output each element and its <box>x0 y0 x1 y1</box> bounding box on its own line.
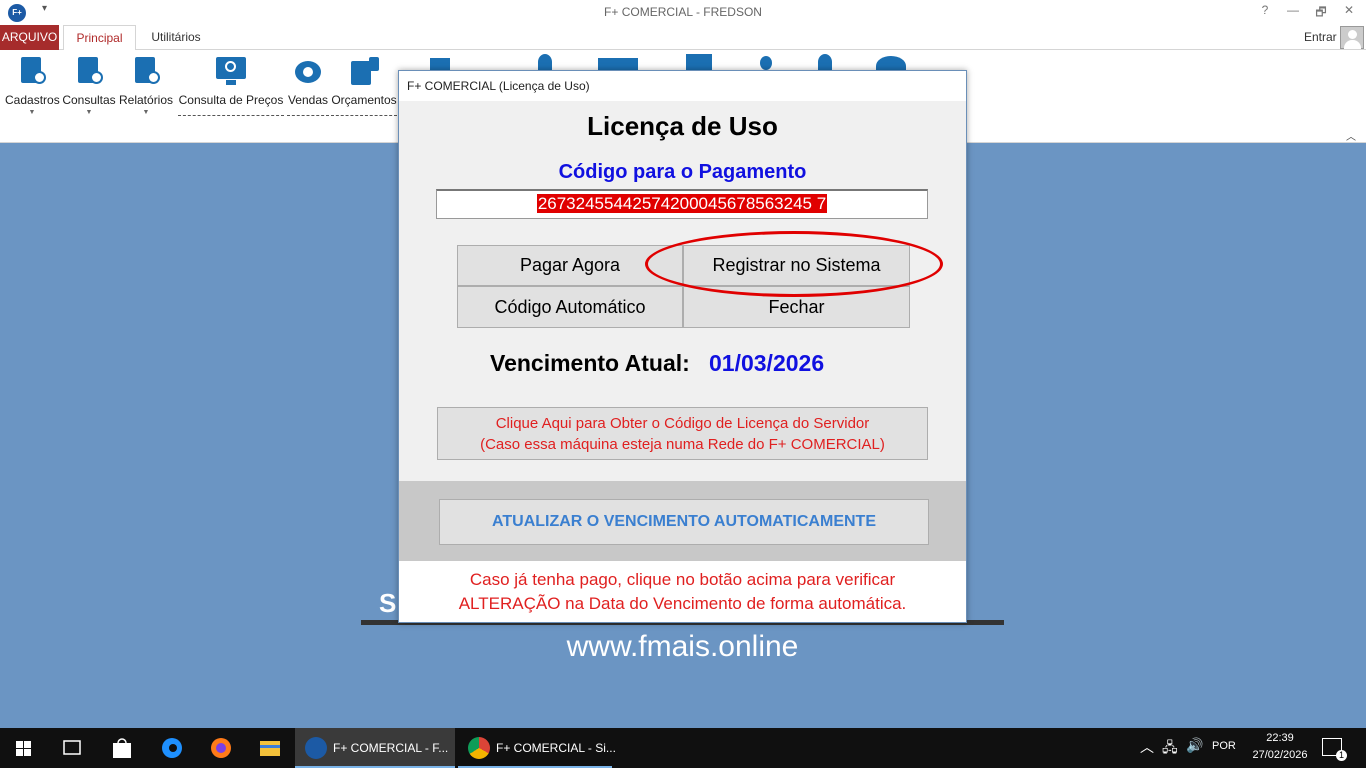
volume-icon[interactable]: 🔊 <box>1186 737 1203 754</box>
cadastros-icon <box>17 55 47 87</box>
entrar-link[interactable]: Entrar <box>1304 30 1337 44</box>
servidor-line-1: Clique Aqui para Obter o Código de Licen… <box>495 415 870 432</box>
file-explorer-icon[interactable] <box>246 728 294 768</box>
registrar-sistema-button[interactable]: Registrar no Sistema <box>683 245 910 286</box>
restore-button[interactable]: 🗗 <box>1306 3 1336 24</box>
task-view-icon[interactable] <box>48 728 96 768</box>
user-avatar-icon[interactable] <box>1340 26 1364 49</box>
taskbar-item-fcomercial[interactable]: F+ COMERCIAL - F... <box>295 728 455 768</box>
chevron-down-icon: ▼ <box>28 109 36 116</box>
obter-codigo-servidor-button[interactable]: Clique Aqui para Obter o Código de Licen… <box>437 407 928 460</box>
network-icon[interactable]: 🖧 <box>1162 737 1178 761</box>
calculator-icon <box>349 55 379 87</box>
notification-count-badge: 1 <box>1336 750 1347 761</box>
monitor-search-icon <box>216 55 246 87</box>
tab-principal[interactable]: Principal <box>63 25 136 51</box>
ribbon-icon-partial[interactable] <box>538 54 552 70</box>
chevron-up-icon[interactable]: ︿ <box>1346 128 1356 143</box>
show-hidden-icons-icon[interactable]: ︿ <box>1140 737 1154 757</box>
chrome-icon <box>468 737 490 759</box>
fcomercial-app-icon <box>305 737 327 759</box>
atualizar-vencimento-button[interactable]: ATUALIZAR O VENCIMENTO AUTOMATICAMENTE <box>439 499 929 545</box>
payment-code-value: 26732455442574200045678563245 7 <box>536 194 828 213</box>
store-icon[interactable] <box>98 728 146 768</box>
update-section: ATUALIZAR O VENCIMENTO AUTOMATICAMENTE <box>399 481 966 561</box>
dialog-heading: Licença de Uso <box>587 111 778 141</box>
ribbon-icon-partial[interactable] <box>818 54 832 70</box>
ribbon-icon-partial[interactable] <box>430 58 450 70</box>
clock-time[interactable]: 22:39 <box>1255 732 1305 744</box>
taskbar-item-chrome[interactable]: F+ COMERCIAL - Si... <box>458 728 616 768</box>
window-title: F+ COMERCIAL - FREDSON <box>604 5 762 19</box>
consultas-button[interactable]: Consultas ▼ <box>62 55 116 116</box>
vencimento-label: Vencimento Atual: <box>490 350 690 376</box>
chevron-down-icon: ▼ <box>85 109 93 116</box>
fechar-button[interactable]: Fechar <box>683 286 910 328</box>
vendas-button[interactable]: Vendas <box>287 55 329 116</box>
background-url: www.fmais.online <box>566 630 799 663</box>
ribbon-tab-row: ARQUIVO Principal Utilitários Entrar <box>0 25 1366 51</box>
dialog-title: F+ COMERCIAL (Licença de Uso) <box>399 71 966 101</box>
edge-icon[interactable] <box>148 728 196 768</box>
dialog-footer-note: Caso já tenha pago, clique no botão acim… <box>399 561 966 622</box>
ribbon-icon-partial[interactable] <box>598 58 638 70</box>
codigo-automatico-button[interactable]: Código Automático <box>457 286 683 328</box>
ribbon-icon-partial[interactable] <box>760 56 772 70</box>
license-dialog: F+ COMERCIAL (Licença de Uso) Licença de… <box>398 70 967 623</box>
footer-line-2: ALTERAÇÃO na Data do Vencimento de forma… <box>458 594 907 613</box>
relatorios-icon <box>131 55 161 87</box>
tab-utilitarios[interactable]: Utilitários <box>140 25 212 50</box>
notifications-icon[interactable]: 1 <box>1322 738 1347 761</box>
taskbar: F+ COMERCIAL - F... F+ COMERCIAL - Si...… <box>0 728 1366 768</box>
footer-line-1: Caso já tenha pago, clique no botão acim… <box>469 570 896 589</box>
consulta-precos-button[interactable]: Consulta de Preços <box>178 55 284 116</box>
tab-arquivo[interactable]: ARQUIVO <box>0 25 59 50</box>
chevron-down-icon: ▼ <box>142 109 150 116</box>
minimize-button[interactable]: — <box>1278 3 1308 17</box>
consultas-icon <box>74 55 104 87</box>
close-button[interactable]: ✕ <box>1334 3 1364 17</box>
payment-code-caption: Código para o Pagamento <box>558 161 807 183</box>
help-button[interactable]: ? <box>1250 3 1280 17</box>
clock-date[interactable]: 27/02/2026 <box>1250 749 1310 761</box>
windows-start-icon[interactable] <box>0 728 48 768</box>
relatorios-button[interactable]: Relatórios ▼ <box>119 55 173 116</box>
servidor-line-2: (Caso essa máquina esteja numa Rede do F… <box>480 436 885 453</box>
ribbon-icon-partial[interactable] <box>686 54 712 70</box>
cadastros-button[interactable]: Cadastros ▼ <box>5 55 60 116</box>
firefox-icon[interactable] <box>197 728 245 768</box>
pagar-agora-button[interactable]: Pagar Agora <box>457 245 683 286</box>
vencimento-date: 01/03/2026 <box>709 350 825 376</box>
payment-code-field[interactable]: 26732455442574200045678563245 7 <box>436 189 928 219</box>
language-indicator[interactable]: POR <box>1212 740 1236 752</box>
title-bar: F+ ▾ F+ COMERCIAL - FREDSON ? — 🗗 ✕ <box>0 0 1366 25</box>
orcamentos-button[interactable]: Orçamentos <box>331 55 397 116</box>
cart-icon <box>293 55 323 87</box>
